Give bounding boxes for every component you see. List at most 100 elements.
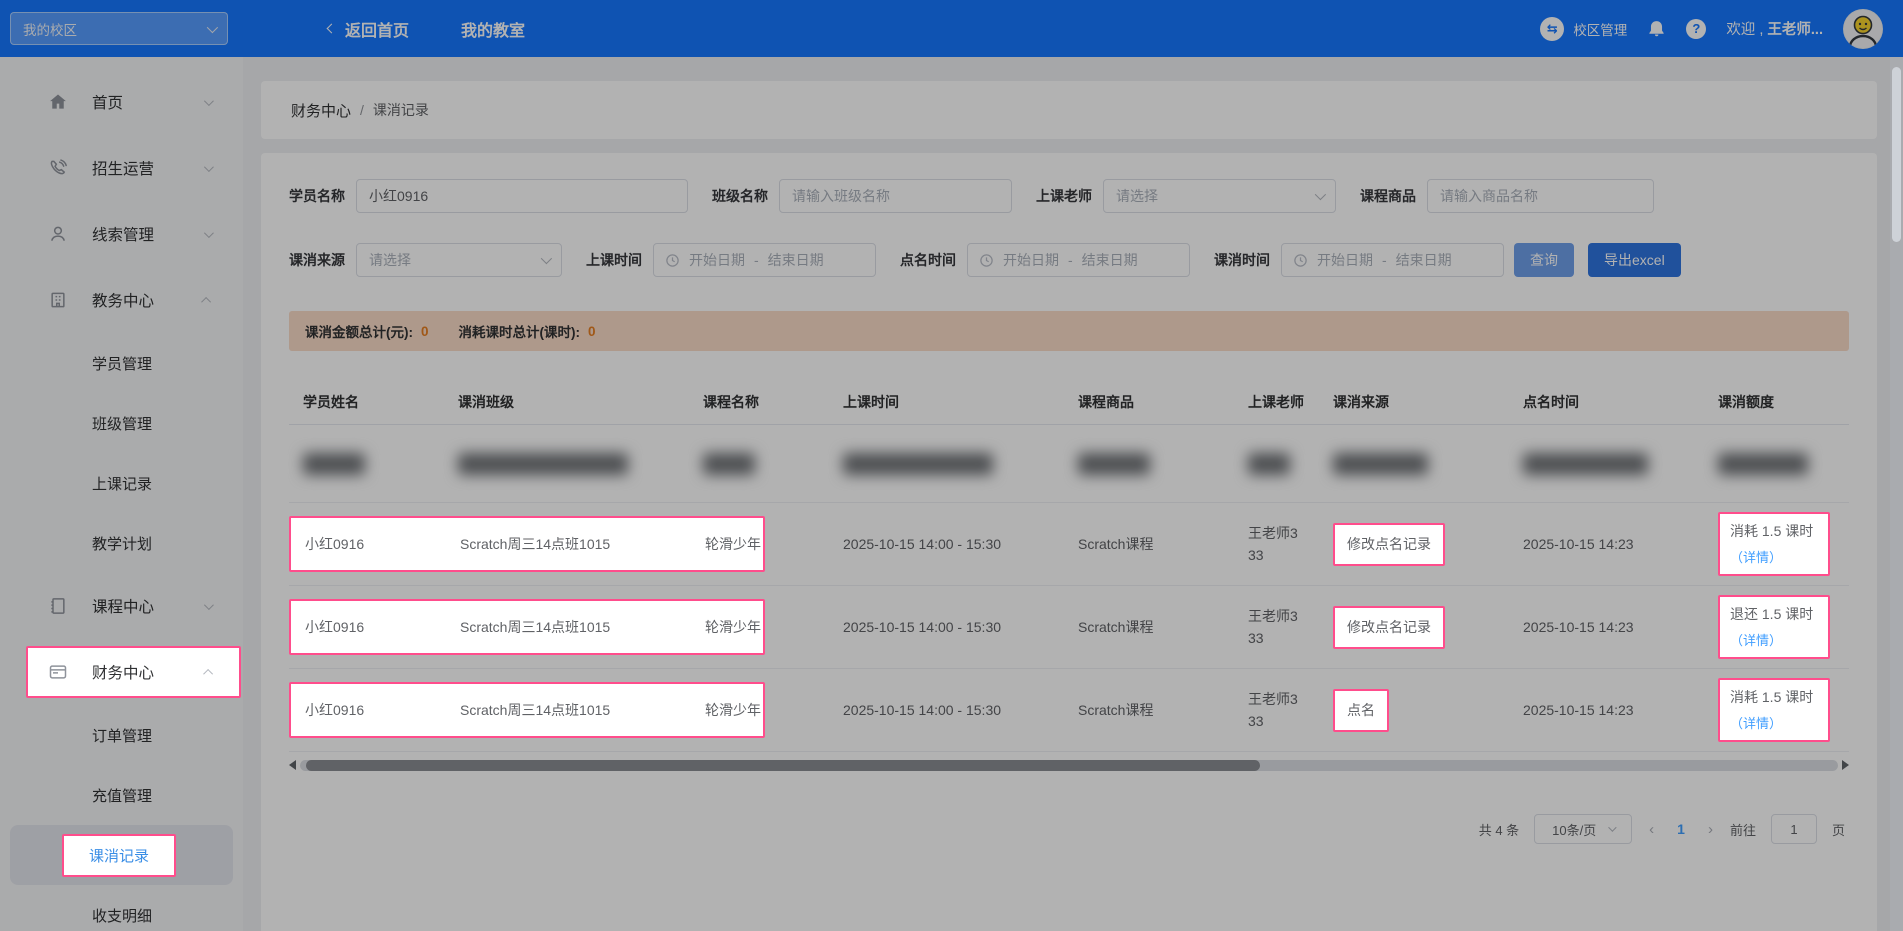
redacted-cell	[1523, 452, 1648, 475]
topbar-right: ⇆ 校区管理 ? 欢迎 , 王老师...	[1540, 8, 1903, 49]
cell-quota-highlight: 消耗 1.5 课时 （详情）	[1718, 511, 1830, 577]
current-page[interactable]: 1	[1671, 821, 1691, 837]
clock-icon	[980, 253, 993, 267]
sidebar-item-lesson-records[interactable]: 上课记录	[0, 453, 243, 513]
export-excel-button[interactable]: 导出excel	[1588, 243, 1681, 277]
help-icon[interactable]: ?	[1686, 18, 1707, 39]
cell-class-time: 2025-10-15 14:00 - 15:30	[843, 535, 1002, 552]
cell-rollcall-time: 2025-10-15 14:23	[1523, 535, 1634, 552]
vertical-scrollbar-thumb[interactable]	[1892, 67, 1901, 242]
detail-link[interactable]: （详情）	[1730, 548, 1818, 568]
user-icon	[48, 224, 68, 244]
class-name-input[interactable]	[779, 179, 1012, 213]
home-icon	[48, 92, 68, 112]
credit-card-icon	[48, 662, 68, 682]
vertical-scrollbar[interactable]	[1890, 57, 1903, 931]
table-header-row: 学员姓名 课消班级 课程名称 上课时间 课程商品 上课老师 课消来源 点名时间 …	[289, 381, 1849, 425]
chevron-up-icon	[203, 668, 214, 679]
chevron-down-icon	[203, 599, 214, 610]
redacted-cell	[458, 452, 628, 475]
pagination: 共 4 条 10条/页 ‹ 1 › 前往 页	[289, 814, 1849, 844]
teacher-filter: 上课老师 请选择	[1036, 179, 1336, 213]
sidebar-item-home[interactable]: 首页	[0, 69, 243, 135]
back-home-link[interactable]: 返回首页	[326, 17, 409, 41]
redacted-cell	[703, 452, 755, 475]
avatar[interactable]	[1843, 8, 1883, 49]
campus-manage-button[interactable]: ⇆ 校区管理	[1540, 16, 1627, 41]
detail-link[interactable]: （详情）	[1730, 631, 1818, 651]
cell-class-time: 2025-10-15 14:00 - 15:30	[843, 701, 1002, 718]
notification-bell-icon[interactable]	[1647, 19, 1666, 39]
topbar-nav: 返回首页 我的教室	[326, 17, 525, 41]
cell-student: 小红0916	[305, 701, 365, 718]
goto-label: 前往	[1729, 822, 1756, 838]
sidebar-item-teaching-plan[interactable]: 教学计划	[0, 513, 243, 573]
sidebar-item-student-management[interactable]: 学员管理	[0, 333, 243, 393]
redacted-cell	[1248, 452, 1290, 475]
next-page-button[interactable]: ›	[1706, 821, 1715, 838]
prev-page-button[interactable]: ‹	[1647, 821, 1656, 838]
consume-records-panel: 学员名称 班级名称 上课老师 请选择 课程商品 课消来源	[261, 153, 1877, 931]
cell-course: 轮滑少年	[705, 701, 761, 718]
teacher-select[interactable]: 请选择	[1103, 179, 1336, 213]
consume-records-table: 学员姓名 课消班级 课程名称 上课时间 课程商品 上课老师 课消来源 点名时间 …	[289, 381, 1849, 752]
cell-source-highlight: 点名	[1333, 688, 1389, 732]
search-button[interactable]: 查询	[1514, 243, 1574, 277]
breadcrumb-section[interactable]: 财务中心	[291, 100, 351, 121]
horizontal-scrollbar-thumb[interactable]	[306, 759, 1260, 771]
quota-text: 消耗 1.5 课时	[1730, 688, 1814, 705]
pagination-total: 共 4 条	[1478, 822, 1520, 838]
redacted-cell	[303, 452, 365, 475]
row-highlight-group: 小红0916 Scratch周三14点班1015 轮滑少年	[289, 682, 765, 738]
table-row[interactable]: 小红0916 Scratch周三14点班1015 轮滑少年 2025-10-15…	[289, 503, 1849, 586]
cell-product: Scratch课程	[1078, 535, 1154, 552]
class-time-range-picker[interactable]: 开始日期 - 结束日期	[653, 243, 876, 277]
welcome-text: 欢迎 , 王老师...	[1726, 22, 1823, 38]
student-name-input[interactable]	[356, 179, 688, 213]
scroll-right-arrow-icon[interactable]	[1842, 760, 1849, 770]
scroll-left-arrow-icon[interactable]	[289, 760, 296, 770]
chevron-up-icon	[201, 296, 212, 307]
consume-source-select[interactable]: 请选择	[356, 243, 562, 277]
redacted-cell	[1718, 452, 1808, 475]
my-classroom-link[interactable]: 我的教室	[461, 17, 525, 41]
page-size-select[interactable]: 10条/页	[1534, 814, 1633, 844]
cell-class: Scratch周三14点班1015	[460, 618, 611, 635]
quota-text: 消耗 1.5 课时	[1730, 522, 1814, 539]
cell-course: 轮滑少年	[705, 618, 761, 635]
sidebar-item-course-center[interactable]: 课程中心	[0, 573, 243, 639]
sidebar-item-class-management[interactable]: 班级管理	[0, 393, 243, 453]
amount-total-label: 课消金额总计(元):	[305, 325, 413, 340]
cell-teacher: 王老师333	[1248, 524, 1298, 563]
chevron-down-icon	[203, 227, 214, 238]
sidebar-item-recharge-management[interactable]: 充值管理	[0, 765, 243, 825]
campus-selector[interactable]: 我的校区	[10, 12, 228, 45]
detail-link[interactable]: （详情）	[1730, 714, 1818, 734]
sidebar-item-recruiting[interactable]: 招生运营	[0, 135, 243, 201]
chevron-down-icon	[206, 21, 219, 33]
clock-icon	[1294, 253, 1307, 267]
main-content: 财务中心 / 课消记录 学员名称 班级名称 上课老师 请选择 课程商品	[243, 57, 1890, 931]
sidebar-item-consume-records[interactable]: 课消记录	[10, 825, 233, 885]
student-name-filter: 学员名称	[289, 179, 688, 213]
horizontal-scrollbar-track[interactable]	[300, 759, 1838, 771]
product-input[interactable]	[1427, 179, 1654, 213]
table-row[interactable]: 小红0916 Scratch周三14点班1015 轮滑少年 2025-10-15…	[289, 669, 1849, 752]
sidebar-item-finance-center[interactable]: 财务中心	[26, 646, 241, 698]
goto-page-input[interactable]	[1770, 814, 1817, 844]
sidebar-item-leads[interactable]: 线索管理	[0, 201, 243, 267]
table-row-redacted	[289, 425, 1849, 503]
sidebar-item-order-management[interactable]: 订单管理	[0, 705, 243, 765]
rollcall-time-range-picker[interactable]: 开始日期 - 结束日期	[967, 243, 1190, 277]
chevron-left-icon	[326, 23, 337, 34]
cell-student: 小红0916	[305, 535, 365, 552]
consume-time-range-picker[interactable]: 开始日期 - 结束日期	[1281, 243, 1504, 277]
table-row[interactable]: 小红0916 Scratch周三14点班1015 轮滑少年 2025-10-15…	[289, 586, 1849, 669]
chevron-down-icon	[540, 252, 553, 265]
sidebar-item-academic-center[interactable]: 教务中心	[0, 267, 243, 333]
phone-icon	[48, 158, 68, 178]
sidebar-item-income-expense-details[interactable]: 收支明细	[0, 885, 243, 931]
row-highlight-group: 小红0916 Scratch周三14点班1015 轮滑少年	[289, 516, 765, 572]
redacted-cell	[843, 452, 993, 475]
consume-records-highlight[interactable]: 课消记录	[62, 833, 177, 877]
